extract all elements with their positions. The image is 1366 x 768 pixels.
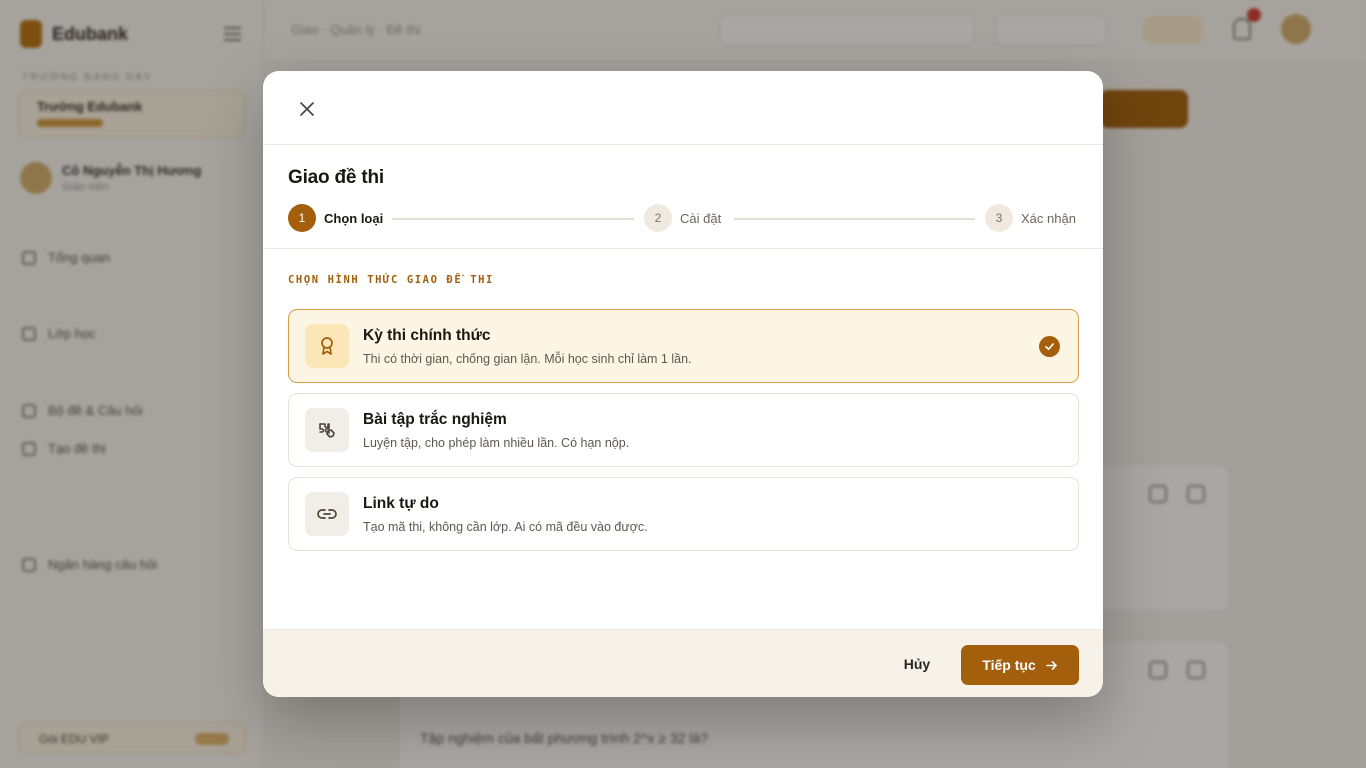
continue-button[interactable]: Tiếp tục xyxy=(961,645,1079,685)
step-number: 2 xyxy=(644,204,672,232)
section-label: CHỌN HÌNH THỨC GIAO ĐỀ THI xyxy=(288,274,494,286)
option-title: Bài tập trắc nghiệm xyxy=(363,411,507,428)
option-description: Luyện tập, cho phép làm nhiều lần. Có hạ… xyxy=(363,436,630,450)
option-icon-box xyxy=(305,492,349,536)
step-3: 3 Xác nhận xyxy=(985,204,1076,232)
cancel-button[interactable]: Hủy xyxy=(893,644,941,684)
option-title: Link tự do xyxy=(363,495,439,512)
option-practice-quiz[interactable]: Bài tập trắc nghiệm Luyện tập, cho phép … xyxy=(288,393,1079,467)
step-label: Cài đặt xyxy=(680,210,722,226)
assign-exam-modal: Giao đề thi 1 Chọn loại 2 Cài đặt 3 Xác … xyxy=(263,71,1103,697)
modal-header: Giao đề thi 1 Chọn loại 2 Cài đặt 3 Xác … xyxy=(263,145,1103,249)
step-number: 3 xyxy=(985,204,1013,232)
modal-top-bar xyxy=(263,71,1103,145)
option-description: Tạo mã thi, không cần lớp. Ai có mã đều … xyxy=(363,520,648,534)
step-1: 1 Chọn loại xyxy=(288,204,383,232)
step-connector xyxy=(734,218,975,220)
option-free-link[interactable]: Link tự do Tạo mã thi, không cần lớp. Ai… xyxy=(288,477,1079,551)
modal-title: Giao đề thi xyxy=(288,167,384,188)
puzzle-icon xyxy=(319,423,335,438)
close-button[interactable] xyxy=(293,95,321,123)
step-connector xyxy=(392,218,634,220)
step-label: Chọn loại xyxy=(324,210,384,226)
close-icon xyxy=(300,102,314,116)
continue-label: Tiếp tục xyxy=(982,657,1036,673)
option-icon-box xyxy=(305,408,349,452)
step-2: 2 Cài đặt xyxy=(644,204,721,232)
modal-footer: Hủy Tiếp tục xyxy=(263,629,1103,697)
option-icon-box xyxy=(305,324,349,368)
step-label: Xác nhận xyxy=(1021,210,1076,226)
arrow-right-icon xyxy=(1045,660,1057,670)
stepper: 1 Chọn loại 2 Cài đặt 3 Xác nhận xyxy=(288,204,1079,234)
option-title: Kỳ thi chính thức xyxy=(363,327,491,344)
step-number: 1 xyxy=(288,204,316,232)
check-icon xyxy=(1039,336,1060,357)
award-icon xyxy=(321,337,333,355)
option-official-exam[interactable]: Kỳ thi chính thức Thi có thời gian, chốn… xyxy=(288,309,1079,383)
link-icon xyxy=(317,509,337,519)
option-description: Thi có thời gian, chống gian lận. Mỗi họ… xyxy=(363,352,692,366)
